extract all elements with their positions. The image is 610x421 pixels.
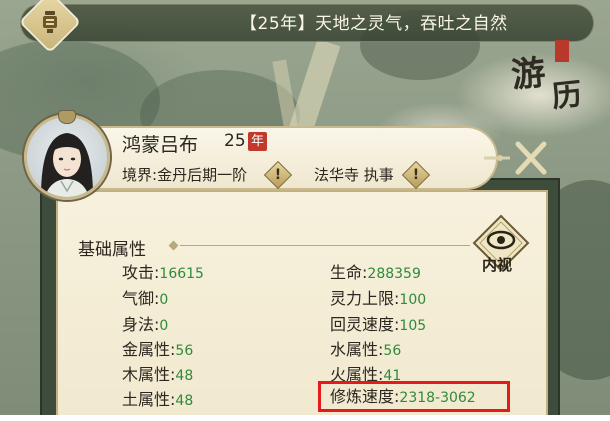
sect-position: 执事 bbox=[363, 166, 394, 184]
stat-value: 0 bbox=[159, 292, 169, 308]
sect-info-mark: ! bbox=[412, 167, 420, 183]
stat-spirit-regen: 回灵速度:105 bbox=[330, 315, 427, 334]
realm-value: 金丹后期一阶 bbox=[157, 166, 248, 184]
realm-row: 境界:金丹后期一阶 bbox=[122, 164, 247, 185]
stat-spirit-max: 灵力上限:100 bbox=[330, 289, 427, 308]
close-icon[interactable] bbox=[484, 132, 554, 188]
stat-attack: 攻击:16615 bbox=[122, 263, 204, 282]
banner-text: 【25年】天地之灵气，吞吐之自然 bbox=[240, 14, 508, 34]
stat-label: 回灵速度 bbox=[330, 315, 395, 334]
realm-info-mark: ! bbox=[274, 167, 282, 183]
explore-char-2: 历 bbox=[550, 77, 584, 116]
stat-value: 0 bbox=[159, 318, 169, 334]
character-name: 鸿蒙吕布 bbox=[122, 134, 199, 156]
stat-earth: 土属性:48 bbox=[122, 390, 194, 409]
stat-label: 水属性 bbox=[330, 340, 379, 359]
avatar[interactable] bbox=[24, 114, 110, 200]
stat-value: 48 bbox=[175, 393, 194, 409]
red-seal bbox=[555, 40, 569, 62]
avatar-crown-ornament bbox=[58, 110, 76, 124]
stat-label: 生命 bbox=[330, 263, 363, 282]
sect-name: 法华寺 bbox=[314, 166, 360, 184]
sect-row: 法华寺 执事 bbox=[314, 164, 394, 185]
explore-char-1: 游 bbox=[509, 52, 548, 97]
stat-metal: 金属性:56 bbox=[122, 340, 194, 359]
section-divider bbox=[180, 245, 470, 246]
stat-value: 105 bbox=[399, 318, 427, 334]
year-badge: 年 bbox=[248, 132, 267, 151]
inner-view-label[interactable]: 内视 bbox=[482, 254, 512, 275]
stat-value: 288359 bbox=[367, 266, 421, 282]
stat-value: 16615 bbox=[159, 266, 204, 282]
stat-label: 金属性 bbox=[122, 340, 171, 359]
stat-label: 木属性 bbox=[122, 365, 171, 384]
character-age: 25 bbox=[224, 131, 246, 151]
stat-value: 48 bbox=[175, 368, 194, 384]
stat-agility: 身法:0 bbox=[122, 315, 169, 334]
stat-label: 攻击 bbox=[122, 263, 155, 282]
stat-value: 100 bbox=[399, 292, 427, 308]
avatar-portrait bbox=[41, 133, 93, 197]
stat-label: 灵力上限 bbox=[330, 289, 395, 308]
stat-health: 生命:288359 bbox=[330, 263, 421, 282]
stat-label: 土属性 bbox=[122, 390, 171, 409]
section-title: 基础属性 bbox=[78, 240, 146, 260]
stat-value: 56 bbox=[383, 343, 402, 359]
realm-label: 境界 bbox=[122, 166, 153, 184]
stat-label: 气御 bbox=[122, 289, 155, 308]
stat-wood: 木属性:48 bbox=[122, 365, 194, 384]
stat-qi-defense: 气御:0 bbox=[122, 289, 169, 308]
highlight-annotation-box bbox=[318, 381, 510, 412]
stat-value: 56 bbox=[175, 343, 194, 359]
explore-calligraphy[interactable]: 游 历 bbox=[509, 40, 596, 118]
scroll-icon bbox=[43, 11, 57, 33]
stat-label: 身法 bbox=[122, 315, 155, 334]
stat-water: 水属性:56 bbox=[330, 340, 402, 359]
